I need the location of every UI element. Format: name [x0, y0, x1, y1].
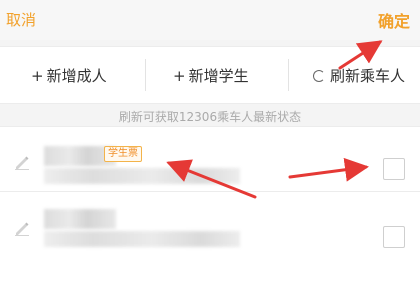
action-divider: [288, 59, 289, 91]
pencil-icon[interactable]: [14, 220, 30, 236]
passenger-row[interactable]: 学生票: [0, 127, 420, 191]
passenger-checkbox[interactable]: [383, 226, 405, 248]
refresh-passengers-button[interactable]: 刷新乘车人: [313, 65, 405, 86]
refresh-passengers-label: 刷新乘车人: [330, 67, 406, 85]
student-ticket-badge: 学生票: [104, 146, 142, 162]
cancel-button[interactable]: 取消: [6, 9, 36, 30]
passenger-checkbox[interactable]: [383, 158, 405, 180]
plus-icon: +: [173, 67, 186, 85]
passenger-list: 学生票: [0, 126, 420, 281]
header-bar: 取消 确定: [0, 0, 420, 40]
refresh-status-text: 刷新可获取12306乘车人最新状态: [118, 110, 302, 124]
passenger-name: [44, 209, 116, 229]
plus-icon: +: [31, 67, 44, 85]
confirm-button[interactable]: 确定: [378, 8, 410, 32]
add-adult-button[interactable]: + 新增成人: [31, 65, 107, 86]
add-adult-label: 新增成人: [46, 67, 107, 85]
passenger-id-number: [44, 168, 240, 184]
add-student-label: 新增学生: [188, 67, 249, 85]
passenger-actions: + 新增成人 + 新增学生 刷新乘车人: [0, 46, 420, 104]
refresh-icon: [313, 70, 325, 82]
passenger-row[interactable]: [0, 191, 420, 256]
add-student-button[interactable]: + 新增学生: [173, 65, 249, 86]
action-divider: [145, 59, 146, 91]
passenger-id-number: [44, 231, 240, 247]
pencil-icon[interactable]: [14, 154, 30, 170]
